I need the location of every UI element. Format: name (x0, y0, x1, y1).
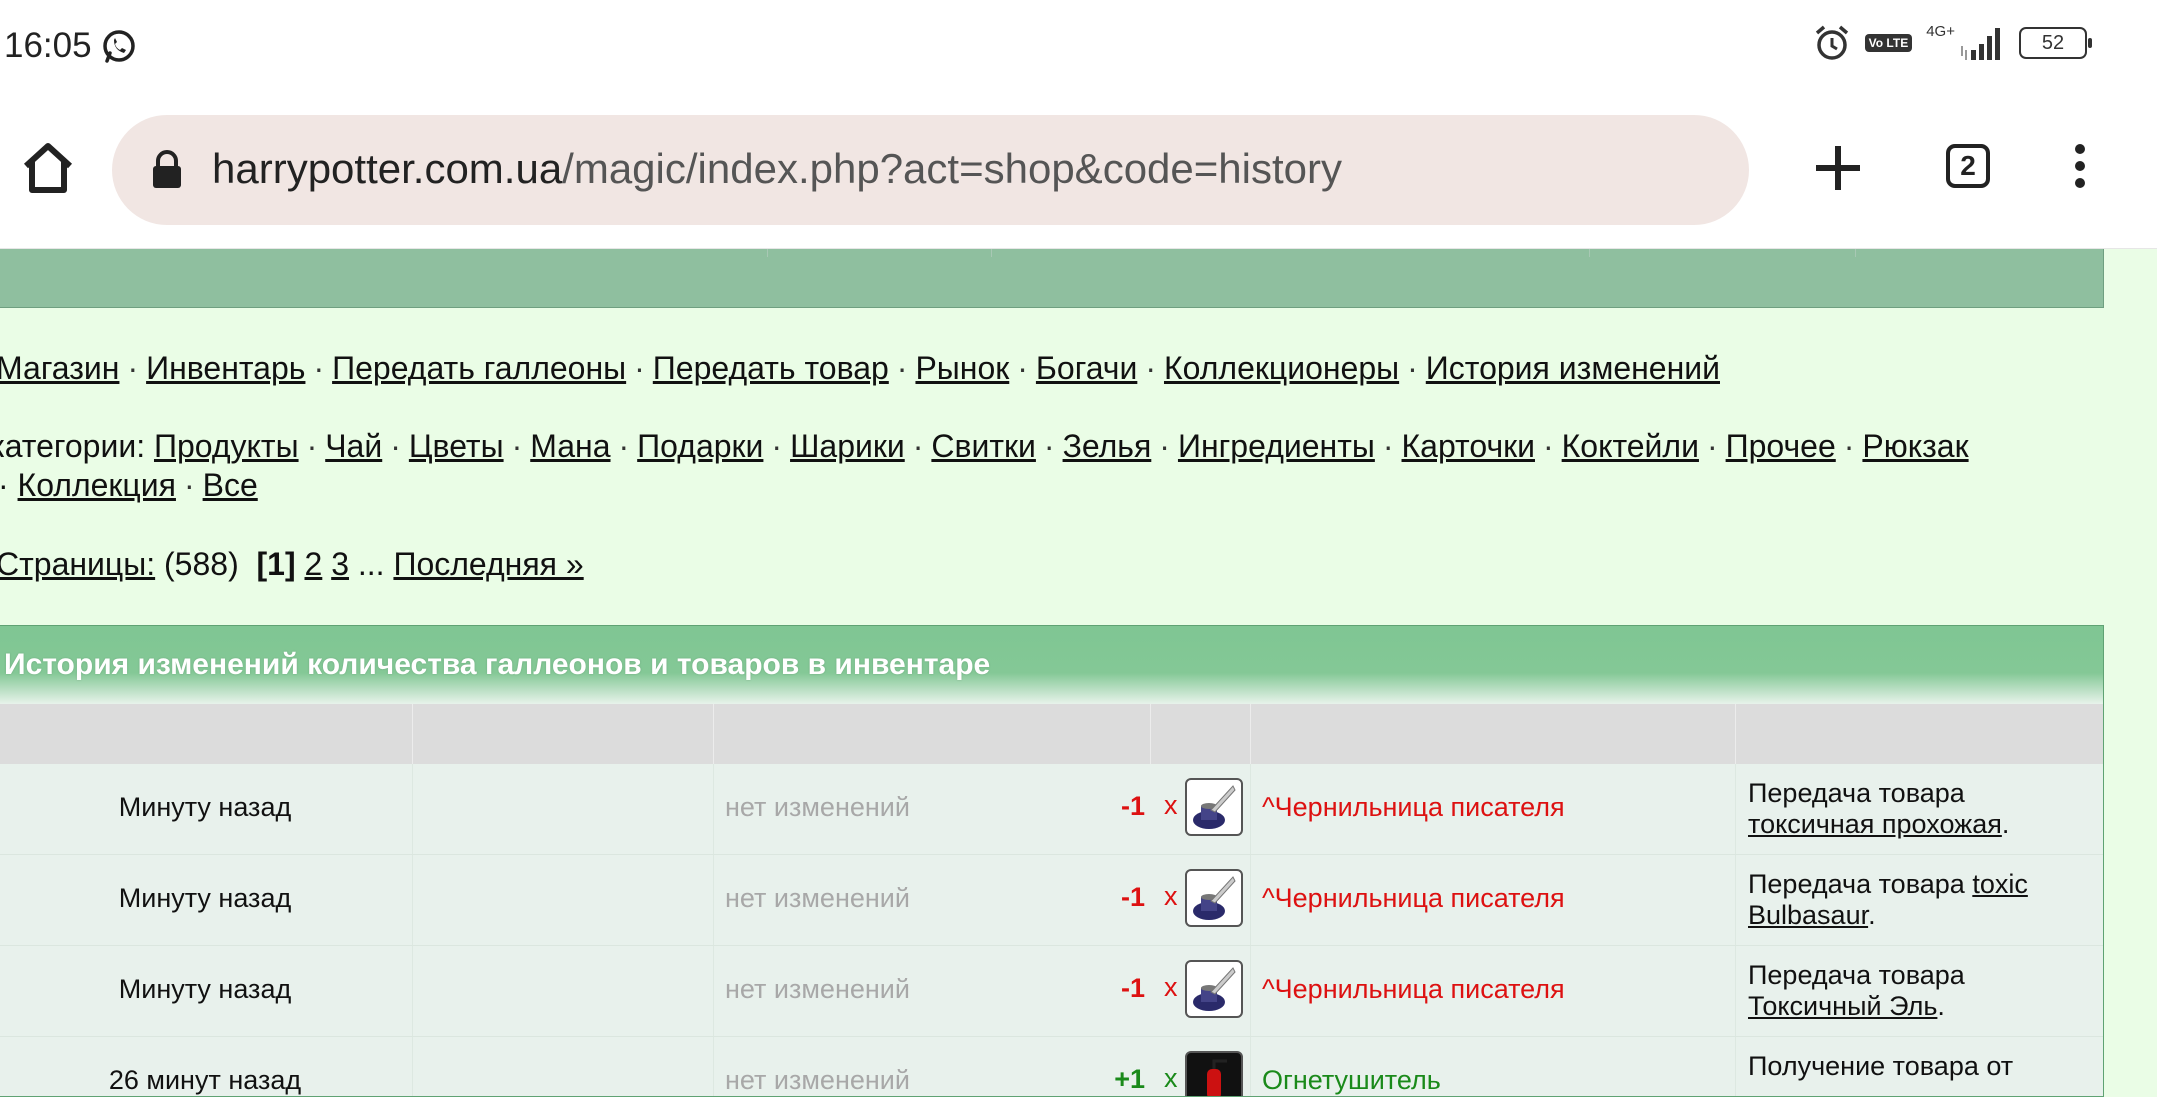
history-panel: История изменений количества галлеонов и… (0, 625, 2104, 1097)
row-item-name[interactable]: ^Чернильница писателя (1262, 974, 1565, 1005)
category-backpack[interactable]: Рюкзак (1862, 428, 1968, 464)
row-item-name[interactable]: ^Чернильница писателя (1262, 883, 1565, 914)
inkwell-icon (1185, 778, 1243, 836)
pagination-page-3[interactable]: 3 (331, 546, 349, 582)
home-icon[interactable] (18, 138, 78, 198)
battery-level: 52 (2041, 32, 2065, 54)
row-item-name[interactable]: ^Чернильница писателя (1262, 792, 1565, 823)
nav-transfer-galleons[interactable]: Передать галлеоны (332, 350, 626, 386)
category-flowers[interactable]: Цветы (409, 428, 504, 464)
status-time: 16:05 (4, 26, 92, 65)
category-cocktails[interactable]: Коктейли (1562, 428, 1699, 464)
table-row: Минуту назад нет изменений -1 x ^Черниль… (0, 855, 2103, 946)
more-menu-icon[interactable] (2068, 144, 2092, 194)
row-time: Минуту назад (118, 974, 292, 1004)
url-text[interactable]: harrypotter.com.ua/magic/index.php?act=s… (212, 145, 1342, 193)
category-cards[interactable]: Карточки (1402, 428, 1535, 464)
row-x: x (1164, 790, 1178, 820)
whatsapp-icon (103, 30, 135, 63)
category-scrolls[interactable]: Свитки (931, 428, 1036, 464)
header-band-dividers (0, 249, 2103, 257)
row-time: 26 минут назад (108, 1065, 302, 1095)
row-x: x (1164, 1063, 1178, 1093)
address-bar[interactable]: harrypotter.com.ua/magic/index.php?act=s… (112, 115, 1749, 225)
volte-icon: Vo LTE (1864, 34, 1913, 52)
row-x: x (1164, 972, 1178, 1002)
pagination-current: [1] (256, 546, 296, 582)
battery-icon: 52 (2019, 27, 2092, 59)
row-galleons: нет изменений (725, 883, 910, 913)
category-gifts[interactable]: Подарки (637, 428, 763, 464)
new-tab-icon[interactable] (1812, 142, 1864, 194)
header-band (0, 249, 2104, 308)
status-bar: 16:05 Vo LTE 4G+ 52 (0, 0, 2157, 100)
category-other[interactable]: Прочее (1726, 428, 1836, 464)
history-title: История изменений количества галлеонов и… (0, 626, 2103, 704)
tab-switcher-button[interactable]: 2 (1946, 144, 1990, 188)
pagination-label[interactable]: Страницы: (0, 546, 155, 582)
categories-label: категории: (0, 428, 146, 464)
category-collection[interactable]: Коллекция (18, 467, 176, 503)
row-time: Минуту назад (118, 883, 292, 913)
shop-nav: Магазин · Инвентарь · Передать галлеоны · Пере… (0, 350, 1720, 387)
categories-nav: категории: Продукты · Чай · Цветы · Мана · Подар… (0, 428, 1969, 465)
table-row: 26 минут назад нет изменений +1 x Огнету… (0, 1037, 2103, 1096)
category-mana[interactable]: Мана (530, 428, 610, 464)
row-description: Получение товара от (1748, 1051, 2014, 1081)
status-icons: Vo LTE 4G+ 52 (1813, 22, 2092, 62)
nav-transfer-item[interactable]: Передать товар (653, 350, 889, 386)
pagination: Страницы: (588) [1] 2 3 ... Последняя » (0, 546, 584, 583)
category-balloons[interactable]: Шарики (790, 428, 905, 464)
alarm-icon (1815, 25, 1848, 60)
table-row: Минуту назад нет изменений -1 x ^Черниль… (0, 764, 2103, 855)
nav-shop[interactable]: Магазин (0, 350, 119, 386)
pagination-last[interactable]: Последняя » (393, 546, 583, 582)
pagination-total: (588) (164, 546, 239, 582)
row-qty: -1 (1120, 882, 1145, 912)
fire-extinguisher-icon (1185, 1051, 1243, 1096)
row-time: Минуту назад (118, 792, 292, 822)
row-qty: -1 (1120, 791, 1145, 821)
row-item-name[interactable]: Огнетушитель (1262, 1065, 1441, 1096)
category-potions[interactable]: Зелья (1063, 428, 1152, 464)
row-description: Передача товара токсичная прохожая. (1748, 778, 2010, 839)
pagination-page-2[interactable]: 2 (305, 546, 323, 582)
nav-inventory[interactable]: Инвентарь (146, 350, 305, 386)
url-path: /magic/index.php?act=shop&code=history (562, 145, 1343, 192)
network-type: 4G+ (1926, 22, 1955, 40)
row-qty: -1 (1120, 973, 1145, 1003)
row-x: x (1164, 881, 1178, 911)
category-tea[interactable]: Чай (325, 428, 382, 464)
row-description: Передача товара toxic Bulbasaur. (1748, 869, 2028, 930)
category-products[interactable]: Продукты (154, 428, 299, 464)
pagination-ellipsis: ... (357, 546, 385, 582)
inkwell-icon (1185, 869, 1243, 927)
inkwell-icon (1185, 960, 1243, 1018)
signal-icon (1961, 28, 2000, 60)
history-column-header (0, 704, 2103, 764)
row-user-link[interactable]: токсичная прохожая (1748, 809, 2002, 839)
row-galleons: нет изменений (725, 1065, 910, 1095)
row-user-link[interactable]: Токсичный Эль (1748, 991, 1937, 1021)
lock-icon[interactable] (150, 150, 184, 190)
nav-market[interactable]: Рынок (915, 350, 1009, 386)
category-ingredients[interactable]: Ингредиенты (1178, 428, 1375, 464)
row-description: Передача товара Токсичный Эль. (1748, 960, 1965, 1021)
nav-collectors[interactable]: Коллекционеры (1164, 350, 1399, 386)
row-galleons: нет изменений (725, 792, 910, 822)
categories-nav-line2: · Коллекция·Все (0, 467, 258, 503)
browser-toolbar: harrypotter.com.ua/magic/index.php?act=s… (0, 100, 2157, 249)
row-galleons: нет изменений (725, 974, 910, 1004)
url-host: harrypotter.com.ua (212, 145, 563, 192)
nav-rich[interactable]: Богачи (1036, 350, 1137, 386)
nav-history[interactable]: История изменений (1426, 350, 1720, 386)
table-row: Минуту назад нет изменений -1 x ^Черниль… (0, 946, 2103, 1037)
category-all[interactable]: Все (203, 467, 258, 503)
